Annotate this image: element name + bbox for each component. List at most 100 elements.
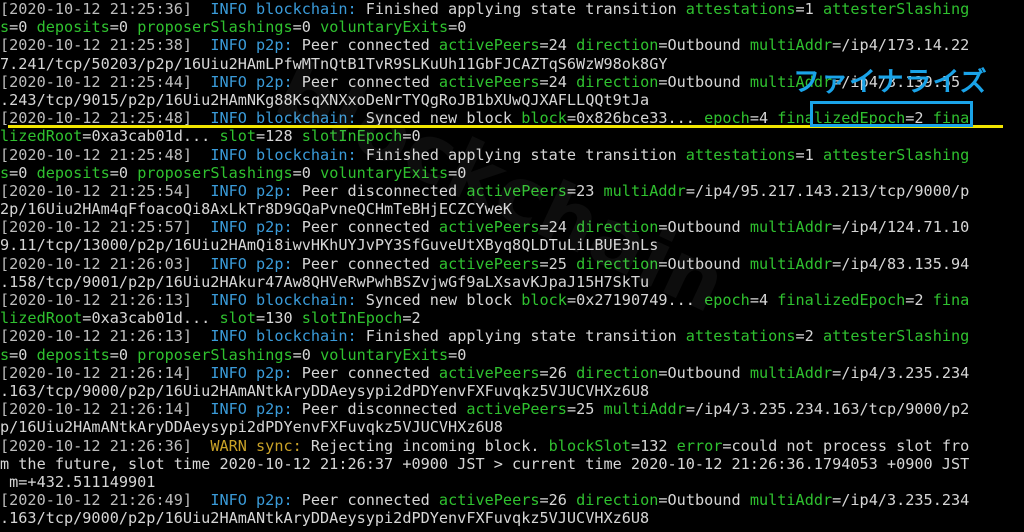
log-key: block [521, 291, 567, 309]
log-value: =Outbound [658, 36, 750, 55]
log-key: multiAddr [749, 36, 833, 55]
log-line: [2020-10-12 21:25:36] INFO blockchain: F… [0, 0, 1024, 18]
log-value: =0 [109, 18, 138, 37]
log-key: deposits [36, 345, 110, 364]
log-key: proposerSlashings [137, 18, 293, 37]
log-message: Peer connected [292, 363, 439, 382]
log-key: activePeers [466, 400, 567, 419]
annotation-label: ファイナライズ [793, 67, 988, 98]
log-key: slot [219, 309, 257, 328]
log-value: =24 [539, 72, 577, 91]
annotation-highlight-box [810, 101, 973, 127]
log-key: s [0, 345, 10, 364]
log-value: p/16Uiu2HAmANtkAryDDAeysypi2dPDYenvFXFuv… [0, 418, 503, 437]
log-line: [2020-10-12 21:26:03] INFO p2p: Peer con… [0, 255, 1024, 273]
log-line: [2020-10-12 21:26:49] INFO p2p: Peer con… [0, 491, 1024, 509]
log-value: =0 [292, 18, 321, 37]
log-level: INFO p2p: [201, 400, 293, 419]
log-level: INFO p2p: [201, 491, 293, 510]
log-value: =26 [539, 363, 577, 382]
log-value: =24 [539, 218, 577, 237]
log-key: attesterSlashing [822, 0, 970, 18]
log-timestamp: [2020-10-12 21:25:44] [0, 72, 202, 91]
log-key: fina [932, 291, 970, 309]
log-value: =/ip4/173.14.22 [832, 36, 970, 55]
log-level: INFO p2p: [201, 218, 293, 237]
log-value: =Outbound [658, 254, 750, 273]
log-key: slot [219, 127, 257, 146]
log-line: [2020-10-12 21:25:54] INFO p2p: Peer dis… [0, 182, 1024, 200]
log-line: [2020-10-12 21:26:14] INFO p2p: Peer dis… [0, 400, 1024, 418]
log-timestamp: [2020-10-12 21:25:38] [0, 36, 202, 55]
log-key: finalizedEpoch [777, 291, 906, 309]
log-line: lizedRoot=0xa3cab01d... slot=130 slotInE… [0, 309, 1024, 327]
log-timestamp: [2020-10-12 21:26:13] [0, 327, 202, 346]
log-value: =/ip4/3.235.234 [832, 491, 970, 510]
log-key: activePeers [466, 181, 567, 200]
log-value: =132 [630, 436, 677, 455]
log-message: Peer connected [292, 218, 439, 237]
log-line: 2p/16Uiu2HAm4qFfoacoQi8AxLkTr8D9GQaPvneQ… [0, 200, 1024, 218]
log-key: multiAddr [749, 363, 833, 382]
log-value: =1 [795, 145, 823, 164]
log-message: Peer disconnected [292, 181, 467, 200]
log-key: activePeers [438, 218, 540, 237]
log-value: =0xa3cab01d... [82, 127, 220, 146]
log-value: =0 [109, 345, 138, 364]
log-value: .163/tcp/9000/p2p/16Uiu2HAmANtkAryDDAeys… [0, 509, 650, 528]
log-level: INFO blockchain: [201, 291, 357, 309]
log-timestamp: [2020-10-12 21:26:14] [0, 363, 202, 382]
log-key: activePeers [438, 36, 540, 55]
log-value: =/ip4/3.235.234.163/tcp/9000/p2 [685, 400, 970, 419]
log-timestamp: [2020-10-12 21:26:36] [0, 436, 202, 455]
log-line: .158/tcp/9001/p2p/16Uiu2HAkur47Aw8QHVeRw… [0, 273, 1024, 291]
log-timestamp: [2020-10-12 21:25:57] [0, 218, 202, 237]
log-value: =0 [292, 345, 321, 364]
log-key: proposerSlashings [137, 345, 293, 364]
log-value: =130 [256, 309, 302, 328]
log-timestamp: [2020-10-12 21:26:49] [0, 491, 202, 510]
log-key: activePeers [438, 363, 540, 382]
log-timestamp: [2020-10-12 21:25:54] [0, 181, 202, 200]
log-value: =Outbound [658, 491, 750, 510]
log-key: multiAddr [749, 254, 833, 273]
log-line: [2020-10-12 21:26:13] INFO blockchain: S… [0, 291, 1024, 309]
log-key: direction [576, 491, 659, 510]
log-line: [2020-10-12 21:25:48] INFO blockchain: F… [0, 146, 1024, 164]
log-key: attestations [685, 145, 796, 164]
log-key: multiAddr [603, 400, 686, 419]
log-message: Peer connected [292, 254, 439, 273]
log-message: Synced new block [356, 291, 522, 309]
log-key: lizedRoot [0, 309, 83, 328]
log-level: INFO blockchain: [201, 0, 357, 18]
log-key: voluntaryExits [320, 18, 449, 37]
log-line: [2020-10-12 21:26:13] INFO blockchain: F… [0, 327, 1024, 345]
log-key: direction [576, 363, 659, 382]
log-level: WARN sync: [201, 436, 302, 455]
log-key: direction [576, 36, 659, 55]
log-value: =2 [905, 291, 933, 309]
log-level: INFO p2p: [201, 181, 293, 200]
log-key: direction [576, 72, 659, 91]
log-value: =0 [448, 18, 467, 37]
log-value: =25 [539, 254, 577, 273]
log-timestamp: [2020-10-12 21:26:13] [0, 291, 202, 309]
log-message: Peer connected [292, 491, 439, 510]
log-timestamp: [2020-10-12 21:26:14] [0, 400, 202, 419]
log-key: activePeers [438, 72, 540, 91]
log-line: [2020-10-12 21:26:14] INFO p2p: Peer con… [0, 364, 1024, 382]
log-value: .243/tcp/9015/p2p/16Uiu2HAmNKg88KsqXNXxo… [0, 90, 650, 109]
log-level: INFO blockchain: [201, 145, 357, 164]
log-key: attestations [685, 0, 796, 18]
log-value: .163/tcp/9000/p2p/16Uiu2HAmANtkAryDDAeys… [0, 381, 650, 400]
log-value: =/ip4/124.71.10 [832, 218, 970, 237]
log-value: =0 [448, 345, 467, 364]
log-message: Finished applying state transition [356, 145, 686, 164]
log-value: =0xa3cab01d... [82, 309, 220, 328]
log-message: Peer disconnected [292, 400, 467, 419]
log-level: INFO p2p: [201, 254, 293, 273]
log-key: voluntaryExits [320, 163, 449, 182]
log-key: activePeers [438, 491, 540, 510]
log-value: 9.11/tcp/13000/p2p/16Uiu2HAmQi8iwvHKhUYJ… [0, 236, 659, 255]
log-key: proposerSlashings [137, 163, 293, 182]
